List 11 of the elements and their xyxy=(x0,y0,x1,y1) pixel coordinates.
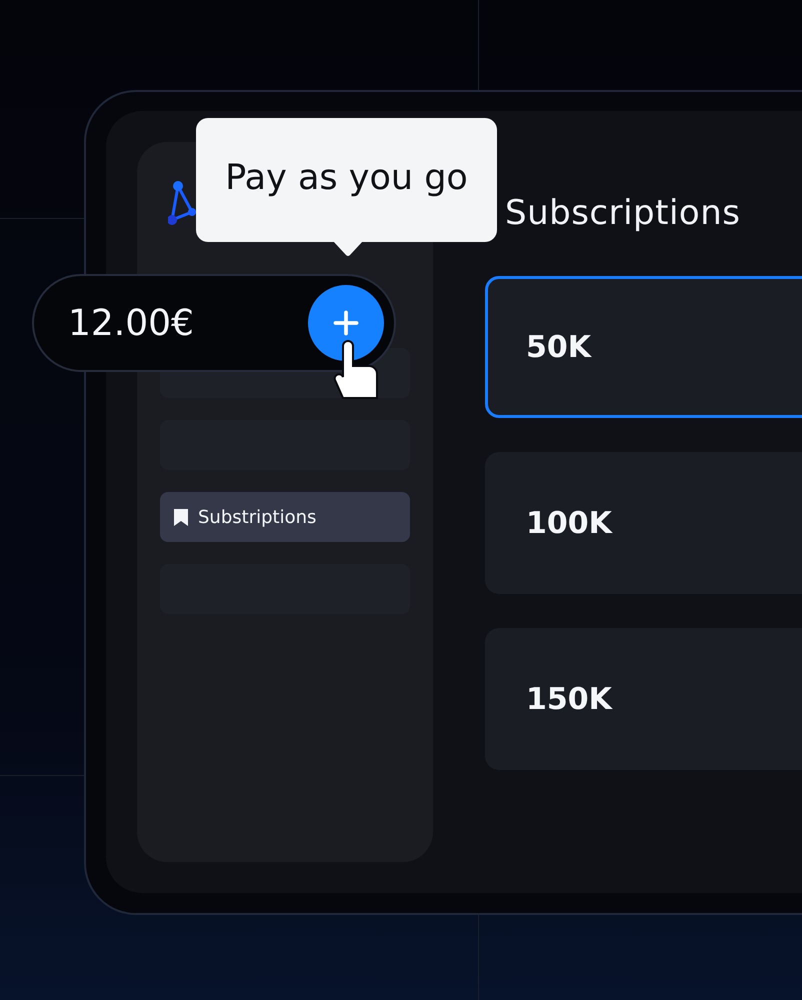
plan-card[interactable]: 150K xyxy=(485,628,802,770)
plan-card[interactable]: 50K xyxy=(485,276,802,418)
amount-value: 12.00€ xyxy=(68,302,194,344)
sidebar-item[interactable]: Substriptions xyxy=(160,492,410,542)
tooltip-pointer-icon xyxy=(333,241,363,257)
page-title: Subscriptions xyxy=(505,192,742,235)
tooltip: Pay as you go xyxy=(196,118,497,242)
amount-field[interactable]: 12.00€ xyxy=(32,274,396,372)
sidebar-item-label: Substriptions xyxy=(198,506,316,528)
bookmark-icon xyxy=(174,508,188,526)
plan-card[interactable]: 100K xyxy=(485,452,802,594)
